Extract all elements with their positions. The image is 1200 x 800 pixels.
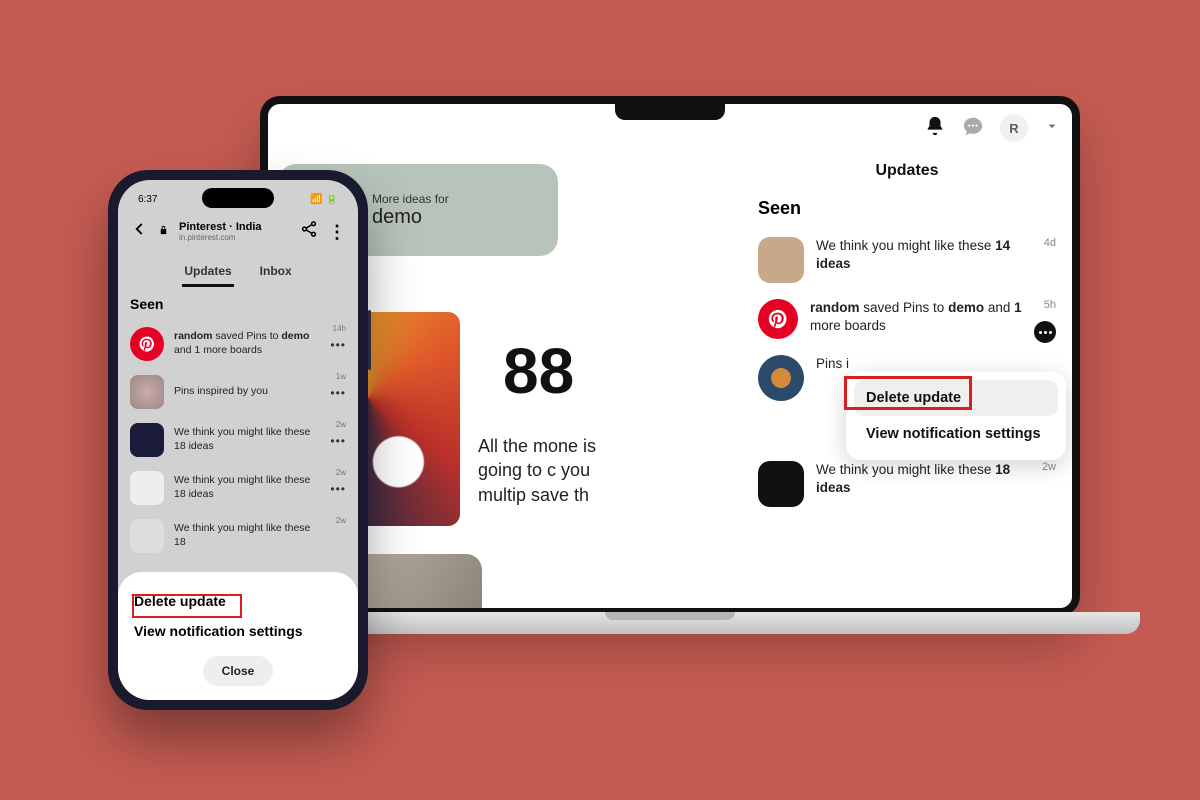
seen-label: Seen xyxy=(758,198,1056,219)
update-text: random saved Pins to demo and 1 more boa… xyxy=(174,330,346,357)
update-text: Pins inspired by you xyxy=(174,385,296,399)
update-time: 2w xyxy=(336,468,346,477)
notification-settings-button[interactable]: View notification settings xyxy=(854,416,1058,452)
more-icon[interactable]: ••• xyxy=(330,338,346,352)
laptop-notch xyxy=(615,104,725,120)
pinterest-logo-icon xyxy=(130,327,164,361)
update-thumb xyxy=(130,519,164,553)
phone-notch xyxy=(202,188,274,208)
ideas-label-big: demo xyxy=(372,206,449,229)
update-item[interactable]: We think you might like these 14 ideas 4… xyxy=(758,229,1056,291)
ideas-label-small: More ideas for xyxy=(372,192,449,206)
more-icon[interactable]: ••• xyxy=(330,482,346,496)
url-sub: in.pinterest.com xyxy=(179,233,290,242)
back-icon[interactable] xyxy=(130,220,148,243)
pin-caption: All the mone is going to c you multip sa… xyxy=(478,434,618,507)
update-text: We think you might like these 18 ideas xyxy=(174,474,346,501)
update-thumb xyxy=(130,423,164,457)
update-time: 2w xyxy=(336,516,346,525)
more-icon[interactable]: ••• xyxy=(330,386,346,400)
laptop-topbar: R xyxy=(924,114,1060,142)
update-time: 4d xyxy=(1044,237,1056,249)
update-time: 2w xyxy=(336,420,346,429)
update-text: Pins i xyxy=(816,355,879,373)
laptop-screen: R More ideas for demo 88 All the mone is… xyxy=(268,104,1072,608)
bottom-sheet: Delete update View notification settings… xyxy=(118,572,358,700)
pinterest-logo-icon xyxy=(758,299,798,339)
laptop-frame: R More ideas for demo 88 All the mone is… xyxy=(260,96,1080,616)
signal-icon: 📶 xyxy=(310,194,322,205)
more-icon[interactable] xyxy=(1034,321,1056,343)
tab-updates[interactable]: Updates xyxy=(182,258,233,287)
update-item[interactable]: We think you might like these 18 2w xyxy=(130,512,346,560)
update-text: random saved Pins to demo and 1 more boa… xyxy=(810,299,1056,335)
status-time: 6:37 xyxy=(138,194,157,205)
update-item[interactable]: We think you might like these 18 ideas 2… xyxy=(130,416,346,464)
big-number: 88 xyxy=(503,334,574,408)
avatar[interactable]: R xyxy=(1000,114,1028,142)
tab-inbox[interactable]: Inbox xyxy=(258,258,294,287)
phone-side-button xyxy=(368,310,371,370)
update-thumb xyxy=(758,461,804,507)
chat-icon[interactable] xyxy=(962,115,984,142)
bell-icon[interactable] xyxy=(924,115,946,142)
update-item[interactable]: We think you might like these 18 ideas 2… xyxy=(758,453,1056,515)
update-time: 14h xyxy=(333,324,346,333)
update-text: We think you might like these 18 ideas xyxy=(816,461,1056,497)
battery-icon: 🔋 xyxy=(326,194,338,205)
highlight-box xyxy=(132,594,242,618)
tabs: Updates Inbox xyxy=(118,258,358,287)
update-item[interactable]: Pins inspired by you 1w ••• xyxy=(130,368,346,416)
update-item[interactable]: We think you might like these 18 ideas 2… xyxy=(130,464,346,512)
update-text: We think you might like these 18 ideas xyxy=(174,426,346,453)
update-item[interactable]: random saved Pins to demo and 1 more boa… xyxy=(758,291,1056,347)
update-text: We think you might like these 14 ideas xyxy=(816,237,1056,273)
update-time: 1w xyxy=(336,372,346,381)
chevron-down-icon[interactable] xyxy=(1044,118,1060,139)
highlight-box xyxy=(844,376,972,410)
update-item[interactable]: random saved Pins to demo and 1 more boa… xyxy=(130,320,346,368)
close-button[interactable]: Close xyxy=(203,656,273,686)
update-text: We think you might like these 18 xyxy=(174,522,346,549)
phone-frame: 6:37 📶 🔋 Pinterest · India in.pinterest.… xyxy=(108,170,368,710)
updates-title: Updates xyxy=(758,162,1056,180)
update-time: 5h xyxy=(1044,299,1056,311)
update-thumb xyxy=(758,355,804,401)
lock-icon xyxy=(158,223,169,241)
url-block[interactable]: Pinterest · India in.pinterest.com xyxy=(179,221,290,242)
notification-settings-button[interactable]: View notification settings xyxy=(134,616,342,646)
update-thumb xyxy=(758,237,804,283)
update-thumb xyxy=(130,471,164,505)
ideas-text: More ideas for demo xyxy=(372,192,449,229)
browser-header: Pinterest · India in.pinterest.com ⋮ xyxy=(118,214,358,249)
share-icon[interactable] xyxy=(300,220,318,243)
phone-screen: 6:37 📶 🔋 Pinterest · India in.pinterest.… xyxy=(118,180,358,700)
status-icons: 📶 🔋 xyxy=(310,194,338,205)
update-time: 2w xyxy=(1042,461,1056,473)
more-icon[interactable]: ••• xyxy=(330,434,346,448)
update-thumb xyxy=(130,375,164,409)
seen-label: Seen xyxy=(130,296,346,312)
url-title: Pinterest · India xyxy=(179,221,290,233)
